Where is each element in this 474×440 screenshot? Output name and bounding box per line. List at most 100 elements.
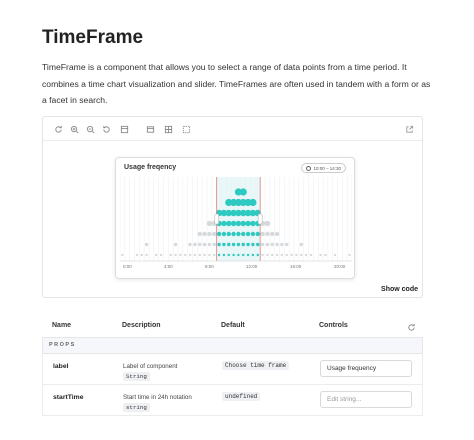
table-row: startTime Start time in 24h notation str… xyxy=(42,385,423,416)
data-dot xyxy=(319,253,322,257)
header-default: Default xyxy=(221,322,245,329)
prop-default: undefined xyxy=(222,392,261,401)
data-dot xyxy=(213,253,216,257)
data-dot xyxy=(193,253,197,257)
data-dot xyxy=(188,242,192,247)
data-dot xyxy=(266,253,269,257)
data-dot xyxy=(271,253,274,257)
data-dot xyxy=(140,253,143,257)
data-dot xyxy=(251,242,255,247)
clock-icon xyxy=(306,165,312,171)
header-controls: Controls xyxy=(319,322,348,329)
data-dot xyxy=(236,242,241,247)
data-dot xyxy=(121,253,124,257)
reset-controls-icon[interactable] xyxy=(405,321,417,333)
data-dot xyxy=(348,253,351,257)
data-dot xyxy=(240,220,246,227)
data-dot xyxy=(135,253,139,257)
data-dot xyxy=(260,242,265,247)
data-dot xyxy=(144,242,149,247)
data-dot xyxy=(217,242,221,247)
prop-default: Choose time frame xyxy=(222,361,290,370)
data-dot xyxy=(197,231,202,237)
data-dot xyxy=(179,253,182,257)
data-dot xyxy=(245,231,251,237)
data-dot xyxy=(249,198,257,207)
data-dot xyxy=(198,253,201,257)
prop-description-text: Start time in 24h notation xyxy=(123,394,192,401)
data-dot xyxy=(230,220,237,227)
data-dot xyxy=(245,220,251,227)
data-dot xyxy=(202,242,207,247)
time-range-chip[interactable]: 10:00 – 14:30 xyxy=(301,163,346,173)
data-dot xyxy=(237,253,240,257)
data-dot xyxy=(324,253,327,257)
external-link-icon[interactable] xyxy=(403,123,415,135)
zoom-in-icon[interactable] xyxy=(68,123,80,135)
data-dot xyxy=(261,253,264,257)
reset-zoom-icon[interactable] xyxy=(100,123,112,135)
data-dot xyxy=(285,253,288,257)
data-dot xyxy=(256,253,259,257)
data-dot xyxy=(226,220,232,227)
data-dot xyxy=(221,220,227,227)
data-dot xyxy=(235,220,242,227)
data-dot xyxy=(246,253,250,257)
data-dot xyxy=(242,253,245,257)
x-tick-label: 16:00 xyxy=(290,264,302,269)
x-tick-label: 8:00 xyxy=(205,264,214,269)
data-dot xyxy=(295,253,298,257)
data-dot xyxy=(256,242,260,247)
page-title: TimeFrame xyxy=(42,27,144,48)
refresh-icon[interactable] xyxy=(52,123,64,135)
data-dot xyxy=(221,231,227,237)
data-dot xyxy=(217,253,221,257)
prop-type: string xyxy=(123,403,150,412)
grid-icon[interactable] xyxy=(162,123,174,135)
preview-toolbar xyxy=(43,117,422,141)
timeframe-card: Usage freqency 10:00 – 14:30 0:00 4:00 8… xyxy=(115,157,355,279)
data-dot xyxy=(241,242,245,247)
data-dot xyxy=(265,231,270,237)
data-dot xyxy=(275,253,279,257)
show-code-button[interactable]: Show code xyxy=(381,286,418,293)
header-description: Description xyxy=(122,322,161,329)
starttime-control-input[interactable] xyxy=(320,391,412,408)
data-dot xyxy=(304,253,308,257)
prop-description: Label of component String xyxy=(123,362,177,381)
data-dot xyxy=(285,242,289,247)
end-handle[interactable] xyxy=(257,213,263,225)
page-description: TimeFrame is a component that allows you… xyxy=(42,62,431,105)
data-dot xyxy=(206,220,213,227)
data-dot xyxy=(231,242,236,247)
data-dot xyxy=(227,253,230,257)
x-tick-label: 12:00 xyxy=(246,264,258,269)
data-dot xyxy=(145,253,148,257)
data-dot xyxy=(184,253,187,257)
data-dot xyxy=(250,220,256,227)
prop-description-text: Label of component xyxy=(123,363,178,370)
data-dot xyxy=(155,253,158,257)
data-dot xyxy=(239,188,247,196)
data-dot xyxy=(275,242,279,247)
data-dot xyxy=(222,253,226,257)
time-range-label: 10:00 – 14:30 xyxy=(313,165,341,171)
props-section-label: PROPS xyxy=(49,342,76,348)
layout-icon[interactable] xyxy=(144,123,156,135)
time-chart[interactable] xyxy=(120,177,352,271)
image-icon[interactable] xyxy=(118,123,130,135)
data-dot xyxy=(280,242,284,247)
data-dot xyxy=(159,253,163,257)
data-dot xyxy=(232,253,235,257)
x-tick-label: 4:00 xyxy=(164,264,173,269)
label-control-input[interactable] xyxy=(320,360,412,377)
zoom-out-icon[interactable] xyxy=(84,123,96,135)
data-dot xyxy=(202,231,207,237)
data-dot xyxy=(198,242,202,247)
x-tick-label: 0:00 xyxy=(123,264,132,269)
start-handle[interactable] xyxy=(214,213,219,225)
data-dot xyxy=(280,253,284,257)
outline-icon[interactable] xyxy=(180,123,192,135)
data-dot xyxy=(270,242,274,247)
data-dot xyxy=(208,253,211,257)
